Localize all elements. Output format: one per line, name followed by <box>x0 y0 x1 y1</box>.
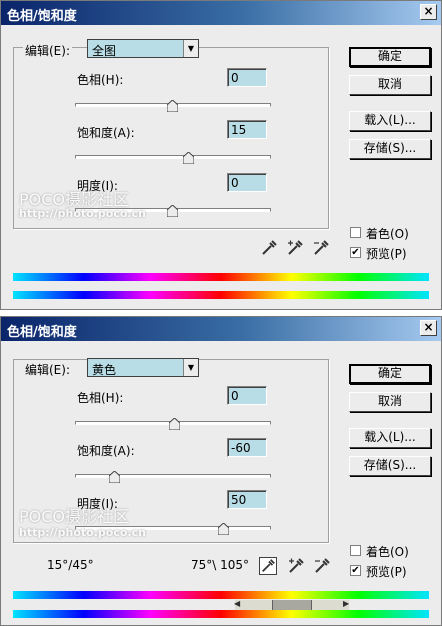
saturation-slider-thumb[interactable] <box>183 152 194 164</box>
saturation-slider-track[interactable] <box>75 155 271 159</box>
edit-select-value: 全图 <box>92 44 117 58</box>
hue-slider-thumb[interactable] <box>167 100 178 112</box>
lightness-input[interactable]: 0 <box>227 173 267 192</box>
preview-label: 预览(P) <box>366 565 407 579</box>
dropdown-arrow-icon[interactable]: ▼ <box>183 40 198 57</box>
dialog-title: 色相/饱和度 <box>7 325 77 340</box>
output-color-bar <box>13 291 429 299</box>
dialog-title: 色相/饱和度 <box>7 9 77 24</box>
edit-select[interactable]: 黄色 ▼ <box>87 358 199 377</box>
cancel-button[interactable]: 取消 <box>349 392 431 412</box>
input-color-bar <box>13 273 429 281</box>
lightness-input[interactable]: 50 <box>227 490 267 509</box>
checkmark-icon: ✔ <box>351 247 360 258</box>
preview-label: 预览(P) <box>366 247 407 261</box>
ok-button[interactable]: 确定 <box>349 47 431 67</box>
hue-label: 色相(H): <box>77 391 124 405</box>
edit-select[interactable]: 全图 ▼ <box>87 39 199 58</box>
colorize-label: 着色(O) <box>366 227 409 241</box>
range-falloff-left[interactable] <box>235 600 272 610</box>
colorize-checkbox[interactable] <box>350 227 361 238</box>
hue-input[interactable]: 0 <box>227 386 267 405</box>
watermark-url: http://photo.poco.cn <box>19 526 146 539</box>
input-color-bar <box>13 591 429 599</box>
title-bar[interactable]: 色相/饱和度 × <box>1 317 441 341</box>
lightness-slider-thumb[interactable] <box>167 205 178 217</box>
close-button[interactable]: × <box>420 4 437 20</box>
saturation-input[interactable]: 15 <box>227 120 267 139</box>
output-color-bar <box>13 610 429 618</box>
range-left-readout: 15°/45° <box>47 558 94 572</box>
cancel-button[interactable]: 取消 <box>349 75 431 95</box>
save-button[interactable]: 存储(S)... <box>349 139 431 159</box>
checkmark-icon: ✔ <box>351 565 360 576</box>
edit-label: 编辑(E): <box>23 42 72 59</box>
edit-select-value: 黄色 <box>92 363 117 377</box>
hue-label: 色相(H): <box>77 73 124 87</box>
range-right-readout: 75°\ 105° <box>191 558 250 572</box>
watermark-url: http://photo.poco.cn <box>19 207 146 220</box>
save-button[interactable]: 存储(S)... <box>349 456 431 476</box>
hue-input[interactable]: 0 <box>227 68 267 87</box>
watermark-brand: POCO摄影社区 <box>19 507 130 526</box>
saturation-slider-track[interactable] <box>75 474 271 478</box>
eyedropper-icon[interactable] <box>260 239 278 257</box>
edit-label: 编辑(E): <box>23 361 72 378</box>
preview-checkbox[interactable]: ✔ <box>350 565 361 576</box>
saturation-label: 饱和度(A): <box>77 444 135 458</box>
eyedropper-minus-icon[interactable] <box>312 239 330 257</box>
eyedropper-icon[interactable] <box>259 557 277 575</box>
close-icon: × <box>423 320 434 334</box>
lightness-slider-thumb[interactable] <box>218 523 229 535</box>
eyedropper-plus-icon[interactable] <box>287 557 305 575</box>
hue-saturation-dialog-2: 色相/饱和度 × 编辑(E): 黄色 ▼ 色相(H): 0 饱和度(A): -6… <box>0 316 442 626</box>
ok-button[interactable]: 确定 <box>349 364 431 384</box>
saturation-slider-thumb[interactable] <box>109 471 120 483</box>
close-icon: × <box>423 4 434 18</box>
eyedropper-minus-icon[interactable] <box>313 557 331 575</box>
load-button[interactable]: 载入(L)... <box>349 428 431 448</box>
range-selection[interactable] <box>272 600 312 610</box>
load-button[interactable]: 载入(L)... <box>349 111 431 131</box>
range-handle-left-icon[interactable]: ◀ <box>234 600 240 608</box>
close-button[interactable]: × <box>420 320 437 336</box>
hue-slider-thumb[interactable] <box>169 418 180 430</box>
dropdown-arrow-icon[interactable]: ▼ <box>183 359 198 376</box>
saturation-label: 饱和度(A): <box>77 126 135 140</box>
title-bar[interactable]: 色相/饱和度 × <box>1 1 441 25</box>
colorize-label: 着色(O) <box>366 545 409 559</box>
preview-checkbox[interactable]: ✔ <box>350 247 361 258</box>
range-handle-right-icon[interactable]: ▶ <box>343 600 349 608</box>
hue-saturation-dialog-1: 色相/饱和度 × 编辑(E): 全图 ▼ 色相(H): 0 饱和度(A): 15… <box>0 0 442 310</box>
eyedropper-plus-icon[interactable] <box>286 239 304 257</box>
saturation-input[interactable]: -60 <box>227 438 267 457</box>
colorize-checkbox[interactable] <box>350 545 361 556</box>
